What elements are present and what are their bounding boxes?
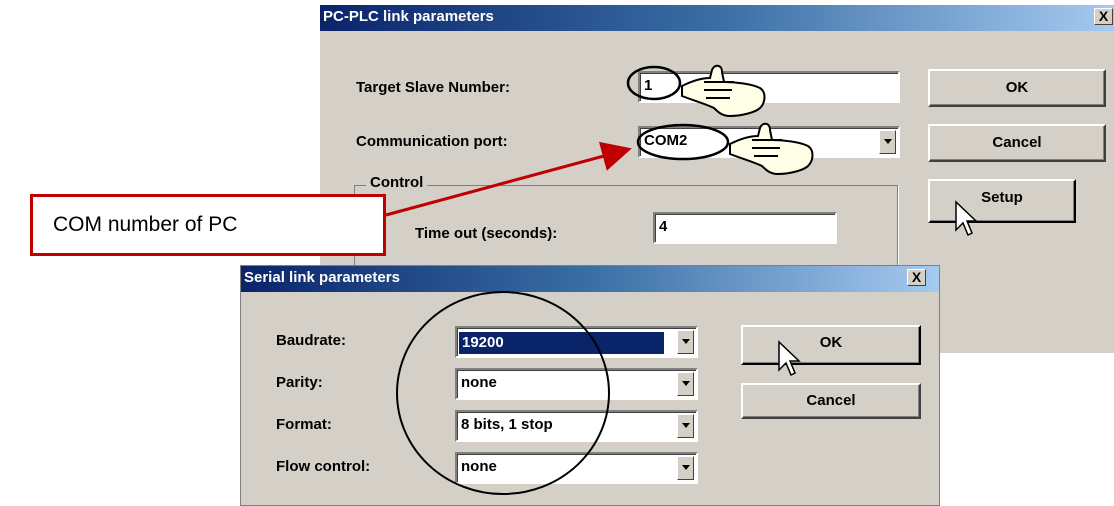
mouse-cursor-icon	[955, 200, 978, 237]
callout-text: COM number of PC	[53, 213, 238, 236]
pointing-hand-icon	[729, 122, 814, 176]
target-slave-highlight-ellipse	[626, 65, 682, 101]
serial-values-highlight-ellipse	[396, 291, 610, 495]
comm-port-highlight-ellipse	[636, 123, 730, 161]
callout-box: COM number of PC	[30, 194, 386, 256]
mouse-cursor-icon	[778, 340, 801, 377]
pointing-hand-icon	[681, 64, 766, 118]
callout-arrow	[385, 141, 632, 217]
